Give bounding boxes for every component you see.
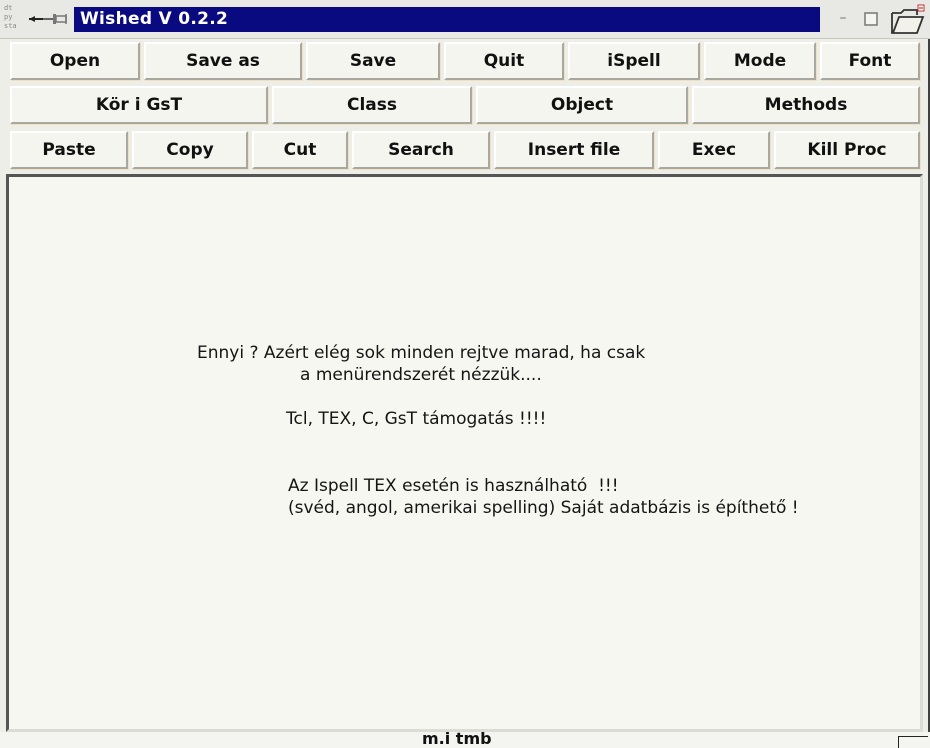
app-window: dt py sta Wished V 0.2.2 – Open Save as … <box>0 0 930 748</box>
status-bar: m.i tmb <box>0 732 930 748</box>
mode-button[interactable]: Mode <box>704 42 816 80</box>
editor-line: a menürendszerét nézzük.... <box>300 365 542 385</box>
ispell-button[interactable]: iSpell <box>568 42 700 80</box>
resize-corner[interactable] <box>898 736 928 748</box>
methods-button[interactable]: Methods <box>692 86 920 124</box>
editor-line: Ennyi ? Azért elég sok minden rejtve mar… <box>197 343 646 363</box>
editor-line: Tcl, TEX, C, GsT támogatás !!!! <box>286 409 547 429</box>
window-title[interactable]: Wished V 0.2.2 <box>74 7 820 32</box>
editor-line: Az Ispell TEX esetén is használható !!! <box>288 476 619 496</box>
text-editor[interactable]: Ennyi ? Azért elég sok minden rejtve mar… <box>6 174 923 732</box>
copy-button[interactable]: Copy <box>132 131 248 169</box>
search-button[interactable]: Search <box>352 131 490 169</box>
paste-button[interactable]: Paste <box>10 131 128 169</box>
status-text: m.i tmb <box>422 732 492 748</box>
class-button[interactable]: Class <box>272 86 472 124</box>
save-button[interactable]: Save <box>306 42 440 80</box>
quit-button[interactable]: Quit <box>444 42 564 80</box>
insert-file-button[interactable]: Insert file <box>494 131 654 169</box>
save-as-button[interactable]: Save as <box>144 42 302 80</box>
font-button[interactable]: Font <box>820 42 920 80</box>
title-bar[interactable]: dt py sta Wished V 0.2.2 – <box>0 0 930 39</box>
pin-icon[interactable] <box>27 10 71 28</box>
kill-proc-button[interactable]: Kill Proc <box>774 131 920 169</box>
open-button[interactable]: Open <box>10 42 140 80</box>
maximize-icon[interactable] <box>864 12 878 26</box>
system-menu-icon[interactable]: dt py sta <box>4 4 26 34</box>
exec-button[interactable]: Exec <box>658 131 770 169</box>
cut-button[interactable]: Cut <box>252 131 348 169</box>
minimize-icon[interactable]: – <box>836 11 850 26</box>
kor-i-gst-button[interactable]: Kör i GsT <box>10 86 268 124</box>
editor-line: (svéd, angol, amerikai spelling) Saját a… <box>288 498 799 518</box>
object-button[interactable]: Object <box>476 86 688 124</box>
folder-icon[interactable] <box>889 4 925 36</box>
